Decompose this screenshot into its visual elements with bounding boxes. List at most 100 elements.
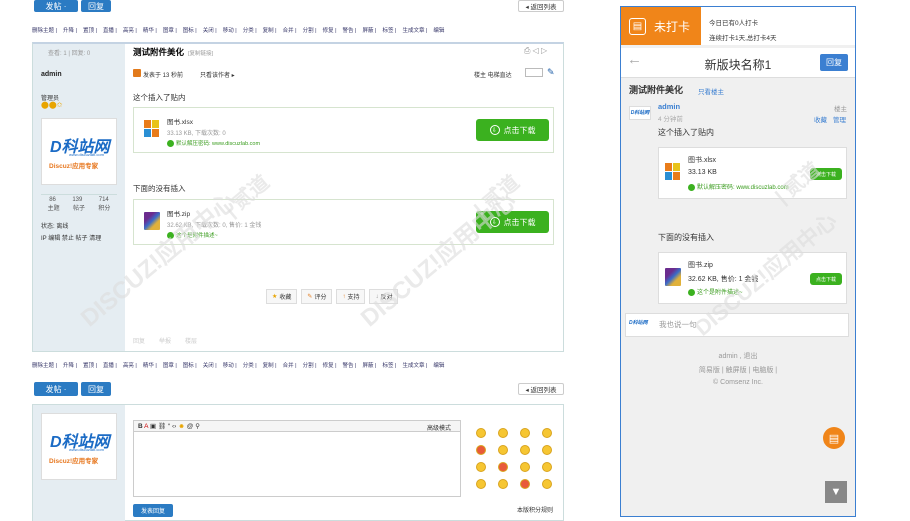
post-footer-link[interactable]: 回复 <box>133 336 145 345</box>
color-icon[interactable]: A <box>144 423 148 430</box>
mod-action-link[interactable]: 分类 | <box>243 363 257 369</box>
smiley-icon[interactable] <box>498 445 508 455</box>
smiley-icon[interactable] <box>520 479 530 489</box>
attachment-name[interactable]: 图书.xlsx <box>167 116 193 126</box>
quote-icon[interactable]: “ <box>168 423 170 430</box>
mod-action-link[interactable]: 警告 | <box>343 28 357 34</box>
smiley-icon[interactable] <box>542 462 552 472</box>
mobile-avatar[interactable]: D科站网 <box>629 106 651 120</box>
smiley-icon[interactable] <box>542 445 552 455</box>
attachment-name[interactable]: 图书.xlsx <box>688 155 716 165</box>
attachment-name[interactable]: 图书.zip <box>688 260 713 270</box>
mod-action-link[interactable]: 直播 | <box>103 363 117 369</box>
at-icon[interactable]: @ <box>187 423 194 430</box>
floor-jump-input[interactable] <box>525 68 543 77</box>
author-avatar[interactable]: D科站网 www.discuzlab.com Discuz!应用专家 <box>41 118 117 185</box>
mod-action-link[interactable]: 警告 | <box>343 363 357 369</box>
smiley-icon[interactable] <box>520 462 530 472</box>
mod-action-link[interactable]: 复制 | <box>263 363 277 369</box>
post-button-bottom[interactable]: 发帖 · <box>34 382 78 396</box>
smiley-icon[interactable] <box>498 428 508 438</box>
mod-action-link[interactable]: 删除主题 | <box>32 28 57 34</box>
wrench-icon[interactable]: ✎ <box>547 67 555 78</box>
smiley-icon[interactable] <box>542 479 552 489</box>
smiley-icon[interactable] <box>476 462 486 472</box>
mod-action-link[interactable]: 合并 | <box>283 363 297 369</box>
mod-action-link[interactable]: 删除主题 | <box>32 363 57 369</box>
mod-action-link[interactable]: 分割 | <box>303 363 317 369</box>
download-button[interactable]: ⇩ 点击下载 <box>476 119 549 141</box>
mod-action-link[interactable]: 图章 | <box>163 28 177 34</box>
mod-action-link[interactable]: 编辑 <box>433 28 444 34</box>
reply-button[interactable]: 回复 <box>81 0 111 12</box>
mobile-manage-link[interactable]: 管理 <box>833 114 846 124</box>
mobile-footer-user[interactable]: admin , 退出 <box>621 351 855 361</box>
back-to-list-button[interactable]: ◂ 返回列表 <box>518 0 564 12</box>
smiley-icon[interactable] <box>476 445 486 455</box>
bold-icon[interactable]: B <box>138 423 143 430</box>
smiley-icon[interactable] <box>542 428 552 438</box>
mobile-download-button[interactable]: 点击下载 <box>810 273 842 285</box>
smiley-icon[interactable] <box>498 479 508 489</box>
action-star-button[interactable]: ★ 收藏 <box>266 289 298 304</box>
mod-action-link[interactable]: 高亮 | <box>123 363 137 369</box>
code-icon[interactable]: ‹› <box>172 423 176 430</box>
mod-action-link[interactable]: 复制 | <box>263 28 277 34</box>
link-icon[interactable]: ⛓ <box>158 423 166 430</box>
mod-action-link[interactable]: 移动 | <box>223 28 237 34</box>
mod-action-link[interactable]: 关闭 | <box>203 28 217 34</box>
post-button[interactable]: 发帖 · <box>34 0 78 12</box>
mobile-fav-link[interactable]: 收藏 <box>814 114 827 124</box>
advanced-mode-link[interactable]: 高级模式 <box>427 423 451 432</box>
back-to-list-button-bottom[interactable]: ◂ 返回列表 <box>518 383 564 395</box>
only-author-link[interactable]: 只看楼主 <box>698 86 724 96</box>
smiley-icon[interactable] <box>520 445 530 455</box>
print-icon[interactable]: ⎙ ◁ ▷ <box>524 46 547 56</box>
smiley-icon[interactable] <box>520 428 530 438</box>
post-footer-link[interactable]: 举报 <box>159 336 171 345</box>
mod-action-link[interactable]: 生成文章 | <box>402 363 427 369</box>
smiley-icon[interactable] <box>476 479 486 489</box>
attach-icon[interactable]: ⚲ <box>195 423 200 430</box>
smiley-icon[interactable] <box>498 462 508 472</box>
mod-action-link[interactable]: 移动 | <box>223 363 237 369</box>
scroll-down-button[interactable]: ▼ <box>825 481 847 503</box>
mod-action-link[interactable]: 编辑 <box>433 363 444 369</box>
mod-action-link[interactable]: 合并 | <box>283 28 297 34</box>
copy-link[interactable]: [复制链接] <box>188 49 213 57</box>
mod-action-link[interactable]: 直播 | <box>103 28 117 34</box>
mod-action-link[interactable]: 生成文章 | <box>402 28 427 34</box>
action-rate-button[interactable]: ✎ 评分 <box>301 289 333 304</box>
mod-action-link[interactable]: 标签 | <box>382 363 396 369</box>
view-author-link[interactable]: 只看该作者 ▸ <box>200 70 235 79</box>
post-footer-link[interactable]: 楼层 <box>185 336 197 345</box>
reply-button-bottom[interactable]: 回复 <box>81 382 111 396</box>
mod-action-link[interactable]: 精华 | <box>143 363 157 369</box>
mod-action-link[interactable]: 修复 | <box>323 363 337 369</box>
mod-action-link[interactable]: 图标 | <box>183 363 197 369</box>
smiley-icon[interactable] <box>476 428 486 438</box>
mod-action-link[interactable]: 精华 | <box>143 28 157 34</box>
mobile-reply-button[interactable]: 回复 <box>820 54 848 71</box>
mobile-footer-links[interactable]: 简易版 | 触屏版 | 电脑版 | <box>621 365 855 375</box>
checkin-button[interactable]: ▤ 未打卡 <box>621 7 701 45</box>
admin-links[interactable]: IP 编辑 禁止 帖子 清理 <box>41 233 101 242</box>
mod-action-link[interactable]: 屏蔽 | <box>363 363 377 369</box>
image-icon[interactable]: ▣ <box>150 423 156 430</box>
mod-action-link[interactable]: 高亮 | <box>123 28 137 34</box>
mobile-author[interactable]: admin <box>658 102 680 111</box>
mod-action-link[interactable]: 分类 | <box>243 28 257 34</box>
mod-action-link[interactable]: 置顶 | <box>83 28 97 34</box>
mod-action-link[interactable]: 分割 | <box>303 28 317 34</box>
mod-action-link[interactable]: 图章 | <box>163 363 177 369</box>
submit-reply-button[interactable]: 发表回复 <box>133 504 173 517</box>
mobile-reply-input[interactable]: 我也说一句 <box>659 318 845 332</box>
mod-action-link[interactable]: 屏蔽 | <box>363 28 377 34</box>
credit-rules-link[interactable]: 本版积分规则 <box>517 505 553 514</box>
mod-action-link[interactable]: 关闭 | <box>203 363 217 369</box>
checkin-float-icon[interactable]: ▤ <box>823 427 845 449</box>
mod-action-link[interactable]: 升降 | <box>63 28 77 34</box>
smiley-icon[interactable]: ☻ <box>178 423 185 430</box>
mod-action-link[interactable]: 置顶 | <box>83 363 97 369</box>
mod-action-link[interactable]: 标签 | <box>382 28 396 34</box>
